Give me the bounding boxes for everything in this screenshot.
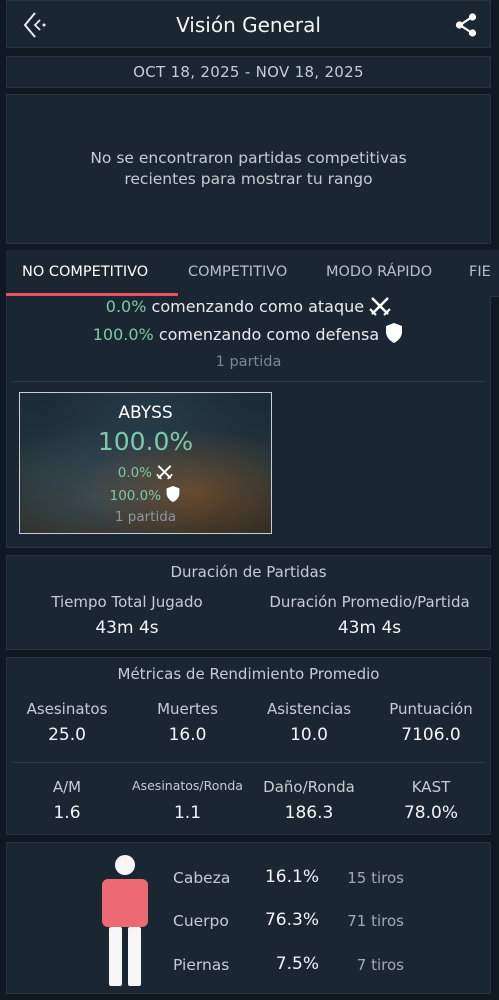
map-card-abyss[interactable]: ABYSS 100.0% 0.0% 100.0% 1 partida xyxy=(19,392,272,534)
tab-competitivo[interactable]: COMPETITIVO xyxy=(188,264,287,280)
deaths-label: Muertes xyxy=(157,700,218,718)
damage-per-round-value: 186.3 xyxy=(284,803,334,823)
head-region xyxy=(115,855,135,875)
map-attack-row: 0.0% xyxy=(20,464,271,481)
share-button[interactable] xyxy=(450,9,482,41)
metrics-panel: Métricas de Rendimiento Promedio Asesina… xyxy=(6,657,491,835)
rank-message: No se encontraron partidas competitivas … xyxy=(90,148,406,190)
kills-per-round-label: Asesinatos/Ronda xyxy=(132,778,243,793)
shield-icon xyxy=(166,486,180,502)
crossed-swords-icon xyxy=(156,465,174,480)
body-figure-icon xyxy=(102,855,148,986)
body-label: Cuerpo xyxy=(173,912,229,930)
body-shots: 71 tiros xyxy=(347,912,404,930)
damage-per-round-label: Daño/Ronda xyxy=(263,778,355,796)
kast-label: KAST xyxy=(411,778,451,796)
total-time-value: 43m 4s xyxy=(95,618,159,638)
attack-label: comenzando como ataque xyxy=(151,297,365,316)
rank-message-line-2: recientes para mostrar tu rango xyxy=(124,170,373,188)
avg-duration-value: 43m 4s xyxy=(337,618,402,638)
map-winrate: 100.0% xyxy=(97,427,194,456)
head-shots: 15 tiros xyxy=(347,869,404,887)
kills-value: 25.0 xyxy=(48,725,86,745)
duration-title: Duración de Partidas xyxy=(170,563,327,581)
assists-label: Asistencias xyxy=(266,700,352,718)
map-matches-count: 1 partida xyxy=(114,509,177,525)
kd-value: 1.6 xyxy=(53,803,81,823)
legs-shots: 7 tiros xyxy=(356,956,404,974)
date-range[interactable]: OCT 18, 2025 - NOV 18, 2025 xyxy=(6,56,491,88)
side-stats-panel: 0.0% comenzando como ataque 100.0% comen… xyxy=(6,296,491,548)
attack-row: 0.0% comenzando como ataque xyxy=(7,296,490,316)
legs-pct: 7.5% xyxy=(275,954,319,974)
defense-row: 100.0% comenzando como defensa xyxy=(7,322,490,344)
crossed-swords-icon xyxy=(369,297,391,316)
divider xyxy=(13,762,484,763)
tab-fie[interactable]: FIE xyxy=(469,264,491,280)
side-matches-count: 1 partida xyxy=(215,354,282,370)
page-title: Visión General xyxy=(176,13,321,37)
kills-per-round-value: 1.1 xyxy=(173,803,202,823)
map-name: ABYSS xyxy=(118,403,173,423)
tab-no-competitivo[interactable]: NO COMPETITIVO xyxy=(22,264,148,280)
hit-distribution-panel: Cabeza 16.1% 15 tiros Cuerpo 76.3% 71 ti… xyxy=(6,842,491,994)
score-value: 7106.0 xyxy=(401,725,461,745)
body-pct: 76.3% xyxy=(264,910,319,930)
legs-label: Piernas xyxy=(173,956,230,974)
top-app-bar: Visión General xyxy=(6,0,491,48)
duration-panel: Duración de Partidas Tiempo Total Jugado… xyxy=(6,555,491,650)
avg-duration-label: Duración Promedio/Partida xyxy=(269,593,470,611)
mode-tabs: NO COMPETITIVO COMPETITIVO MODO RÁPIDO F… xyxy=(6,250,499,297)
rank-message-line-1: No se encontraron partidas competitivas xyxy=(90,149,407,167)
kills-label: Asesinatos xyxy=(26,700,108,718)
defense-label: comenzando como defensa xyxy=(158,325,380,344)
assists-value: 10.0 xyxy=(290,725,328,745)
score-label: Puntuación xyxy=(389,700,473,718)
metrics-title: Métricas de Rendimiento Promedio xyxy=(117,665,380,683)
map-defense-pct: 100.0% xyxy=(109,488,162,504)
defense-pct: 100.0% xyxy=(92,325,154,344)
left-leg-region xyxy=(109,927,122,986)
divider xyxy=(13,381,484,382)
head-label: Cabeza xyxy=(173,869,231,887)
tab-modo-rapido[interactable]: MODO RÁPIDO xyxy=(326,264,432,280)
deaths-value: 16.0 xyxy=(168,725,207,745)
map-defense-row: 100.0% xyxy=(20,485,271,504)
kast-value: 78.0% xyxy=(403,803,458,823)
head-pct: 16.1% xyxy=(264,867,319,887)
rank-panel: No se encontraron partidas competitivas … xyxy=(6,94,491,244)
map-attack-pct: 0.0% xyxy=(117,465,152,481)
attack-pct: 0.0% xyxy=(105,297,147,316)
total-time-label: Tiempo Total Jugado xyxy=(51,593,203,611)
right-leg-region xyxy=(128,927,141,986)
torso-region xyxy=(102,879,148,927)
shield-icon xyxy=(386,323,403,343)
share-icon xyxy=(455,13,477,37)
kd-label: A/M xyxy=(52,778,82,796)
